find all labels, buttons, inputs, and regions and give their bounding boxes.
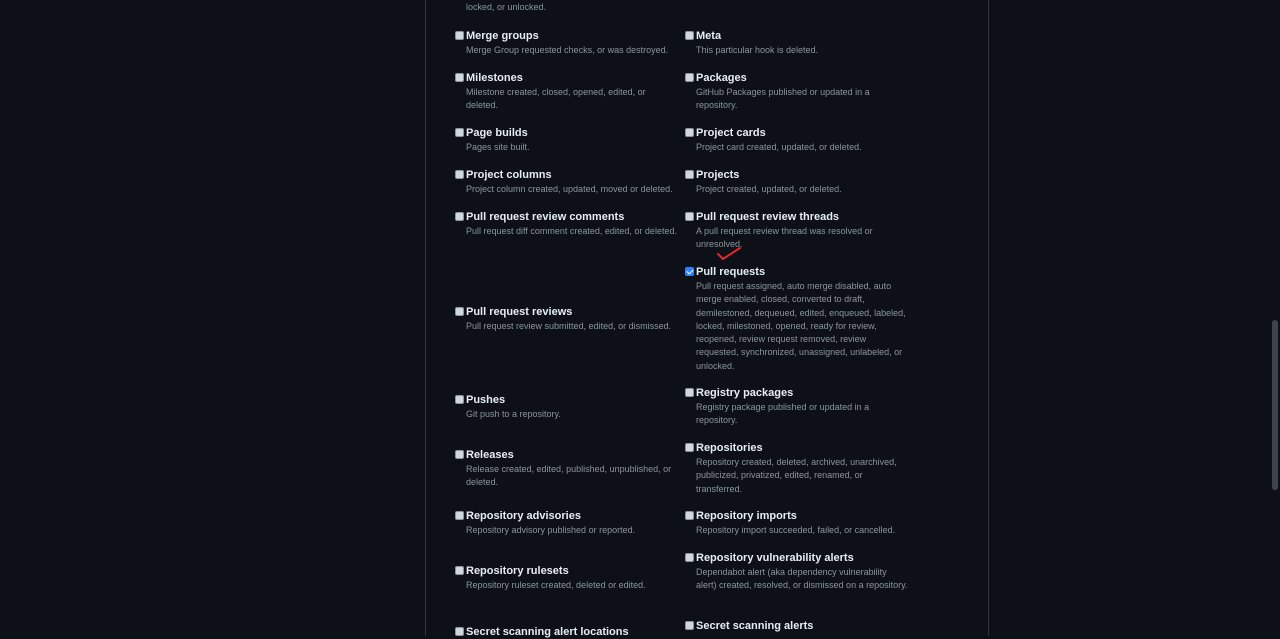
- red-checkmark-annotation-icon: [717, 247, 741, 260]
- event-title[interactable]: Packages: [696, 72, 908, 85]
- event-description: Project created, updated, or deleted.: [696, 184, 842, 194]
- event-checkbox[interactable]: [685, 511, 694, 520]
- event-checkbox[interactable]: [685, 388, 694, 397]
- event-title[interactable]: Releases: [466, 449, 678, 462]
- event-checkbox[interactable]: [685, 621, 694, 630]
- event-option[interactable]: Repository imports Repository import succ…: [685, 510, 908, 537]
- event-title[interactable]: Pushes: [466, 394, 678, 407]
- event-title[interactable]: Secret scanning alert locations: [466, 626, 678, 639]
- previous-item-description-tail: locked, or unlocked.: [466, 2, 547, 12]
- event-checkbox[interactable]: [685, 443, 694, 452]
- event-option[interactable]: Packages GitHub Packages published or upd…: [685, 72, 908, 113]
- event-title[interactable]: Repository imports: [696, 510, 908, 523]
- event-title[interactable]: Repository advisories: [466, 510, 678, 523]
- event-title[interactable]: Secret scanning alerts: [696, 620, 908, 633]
- event-title[interactable]: Repositories: [696, 442, 908, 455]
- event-title[interactable]: Project columns: [466, 169, 678, 182]
- event-description: Pages site built.: [466, 142, 530, 152]
- event-checkbox[interactable]: [455, 73, 464, 82]
- event-description: This particular hook is deleted.: [696, 45, 819, 55]
- event-title[interactable]: Project cards: [696, 127, 908, 140]
- event-checkbox[interactable]: [685, 31, 694, 40]
- event-title[interactable]: Page builds: [466, 127, 678, 140]
- event-title[interactable]: Milestones: [466, 72, 678, 85]
- event-checkbox[interactable]: [455, 212, 464, 221]
- event-description: Repository advisory published or reporte…: [466, 525, 636, 535]
- event-checkbox[interactable]: [455, 307, 464, 316]
- event-option[interactable]: Pull request review comments Pull request…: [455, 211, 678, 238]
- event-option[interactable]: Project cards Project card created, updat…: [685, 127, 908, 154]
- event-description: Pull request assigned, auto merge disabl…: [696, 281, 906, 371]
- event-option[interactable]: Repository rulesets Repository ruleset cr…: [455, 565, 678, 592]
- event-checkbox[interactable]: [455, 395, 464, 404]
- event-option[interactable]: Pull requests Pull request assigned, auto…: [685, 266, 906, 373]
- event-description: Repository created, deleted, archived, u…: [696, 457, 897, 494]
- event-description: Repository import succeeded, failed, or …: [696, 525, 896, 535]
- event-description: Pull request diff comment created, edite…: [466, 226, 677, 236]
- scrollbar[interactable]: [1270, 0, 1280, 636]
- event-title[interactable]: Pull request reviews: [466, 306, 678, 319]
- event-option[interactable]: Secret scanning alerts: [685, 620, 908, 633]
- event-description: Git push to a repository.: [466, 409, 561, 419]
- event-title[interactable]: Pull request review threads: [696, 211, 908, 224]
- event-checkbox[interactable]: [685, 128, 694, 137]
- event-option[interactable]: Repository advisories Repository advisory…: [455, 510, 678, 537]
- scrollbar-thumb[interactable]: [1272, 320, 1278, 490]
- event-option[interactable]: Meta This particular hook is deleted.: [685, 30, 908, 57]
- event-checkbox[interactable]: [455, 128, 464, 137]
- event-option[interactable]: Repository vulnerability alerts Dependabo…: [685, 552, 908, 593]
- event-title[interactable]: Merge groups: [466, 30, 678, 43]
- event-title[interactable]: Projects: [696, 169, 908, 182]
- event-option[interactable]: Pull request reviews Pull request review …: [455, 306, 678, 333]
- event-option[interactable]: Merge groups Merge Group requested checks…: [455, 30, 678, 57]
- event-checkbox[interactable]: [685, 267, 694, 276]
- event-description: Repository ruleset created, deleted or e…: [466, 580, 646, 590]
- event-option[interactable]: Repositories Repository created, deleted,…: [685, 442, 908, 496]
- event-option[interactable]: Milestones Milestone created, closed, ope…: [455, 72, 678, 113]
- event-title[interactable]: Repository vulnerability alerts: [696, 552, 908, 565]
- event-checkbox[interactable]: [455, 31, 464, 40]
- event-checkbox[interactable]: [455, 627, 464, 636]
- event-option[interactable]: Releases Release created, edited, publish…: [455, 449, 678, 490]
- event-title[interactable]: Repository rulesets: [466, 565, 678, 578]
- event-description: Pull request review submitted, edited, o…: [466, 321, 672, 331]
- event-description: Merge Group requested checks, or was des…: [466, 45, 669, 55]
- event-description: GitHub Packages published or updated in …: [696, 87, 870, 111]
- event-checkbox[interactable]: [685, 170, 694, 179]
- event-title[interactable]: Pull request review comments: [466, 211, 678, 224]
- event-description: Project card created, updated, or delete…: [696, 142, 862, 152]
- event-description: Project column created, updated, moved o…: [466, 184, 673, 194]
- event-option[interactable]: Page builds Pages site built.: [455, 127, 678, 154]
- event-checkbox[interactable]: [685, 212, 694, 221]
- event-description: Release created, edited, published, unpu…: [466, 464, 672, 488]
- event-title[interactable]: Pull requests: [696, 266, 906, 279]
- event-description: Milestone created, closed, opened, edite…: [466, 87, 646, 111]
- event-option[interactable]: Secret scanning alert locations: [455, 626, 678, 639]
- event-checkbox[interactable]: [455, 170, 464, 179]
- event-option[interactable]: Registry packages Registry package publis…: [685, 387, 908, 428]
- event-option[interactable]: Project columns Project column created, u…: [455, 169, 678, 196]
- event-title[interactable]: Meta: [696, 30, 908, 43]
- event-title[interactable]: Registry packages: [696, 387, 908, 400]
- event-checkbox[interactable]: [455, 566, 464, 575]
- event-option[interactable]: Pushes Git push to a repository.: [455, 394, 678, 421]
- event-checkbox[interactable]: [455, 450, 464, 459]
- event-checkbox[interactable]: [455, 511, 464, 520]
- event-checkbox[interactable]: [685, 553, 694, 562]
- event-checkbox[interactable]: [685, 73, 694, 82]
- event-description: Registry package published or updated in…: [696, 402, 870, 426]
- event-description: Dependabot alert (aka dependency vulnera…: [696, 567, 908, 591]
- event-option[interactable]: Projects Project created, updated, or del…: [685, 169, 908, 196]
